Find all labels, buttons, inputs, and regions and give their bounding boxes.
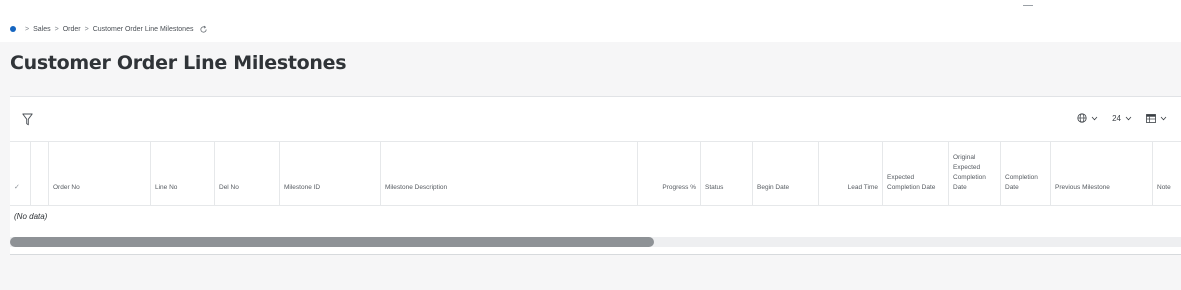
breadcrumb-item-sales[interactable]: Sales bbox=[33, 26, 51, 33]
breadcrumb-item-order[interactable]: Order bbox=[63, 26, 81, 33]
column-header-order-no[interactable]: Order No bbox=[48, 142, 150, 206]
column-header-expected-completion-date[interactable]: Expected Completion Date bbox=[882, 142, 948, 206]
column-header-lead-time[interactable]: Lead Time bbox=[818, 142, 882, 206]
breadcrumb-separator: > bbox=[84, 25, 89, 33]
table-icon bbox=[1146, 113, 1156, 123]
grid-toolbar-right: 24 bbox=[1067, 113, 1167, 123]
column-header-previous-milestone[interactable]: Previous Milestone bbox=[1050, 142, 1152, 206]
column-header-del-no[interactable]: Del No bbox=[214, 142, 279, 206]
empty-row: (No data) bbox=[10, 205, 1181, 230]
chevron-down-icon bbox=[1160, 116, 1167, 120]
row-select-all-checkbox[interactable]: ✓ bbox=[10, 142, 30, 206]
breadcrumb: > Sales > Order > Customer Order Line Mi… bbox=[10, 22, 208, 36]
refresh-icon[interactable] bbox=[199, 25, 208, 34]
column-header-progress[interactable]: Progress % bbox=[637, 142, 700, 206]
globe-icon bbox=[1077, 113, 1087, 123]
filter-icon[interactable] bbox=[22, 113, 33, 126]
breadcrumb-separator: > bbox=[25, 25, 30, 33]
breadcrumb-separator: > bbox=[54, 25, 59, 33]
column-header-note[interactable]: Note bbox=[1152, 142, 1181, 206]
window-control-line[interactable] bbox=[1023, 5, 1033, 6]
column-header-line-no[interactable]: Line No bbox=[150, 142, 214, 206]
column-header-status[interactable]: Status bbox=[700, 142, 752, 206]
page-title: Customer Order Line Milestones bbox=[10, 52, 347, 74]
column-header-original-expected-completion-date[interactable]: Original Expected Completion Date bbox=[948, 142, 1000, 206]
column-header-completion-date[interactable]: Completion Date bbox=[1000, 142, 1050, 206]
no-data-text: (No data) bbox=[14, 212, 48, 221]
scrollbar-thumb[interactable] bbox=[10, 237, 655, 247]
page-size-select[interactable]: 24 bbox=[1112, 114, 1132, 123]
table-view-button[interactable] bbox=[1146, 113, 1167, 123]
column-header-milestone-description[interactable]: Milestone Description bbox=[380, 142, 637, 206]
grid-header: ✓ Order No Line No Del No Milestone ID M… bbox=[10, 141, 1181, 206]
check-icon: ✓ bbox=[14, 184, 20, 191]
layout-menu-button[interactable] bbox=[1077, 113, 1098, 123]
column-header-begin-date[interactable]: Begin Date bbox=[752, 142, 818, 206]
home-icon[interactable] bbox=[10, 26, 16, 32]
grid-toolbar: 24 bbox=[10, 97, 1181, 141]
column-header-milestone-id[interactable]: Milestone ID bbox=[279, 142, 380, 206]
horizontal-scrollbar[interactable] bbox=[10, 237, 1181, 247]
chevron-down-icon bbox=[1125, 116, 1132, 120]
chevron-down-icon bbox=[1091, 116, 1098, 120]
breadcrumb-item-current: Customer Order Line Milestones bbox=[92, 25, 194, 33]
row-indicator-header bbox=[30, 142, 48, 206]
page-size-value: 24 bbox=[1112, 113, 1121, 123]
milestones-grid-card: 24 ✓ Order No Line No Del No Milestone I… bbox=[10, 96, 1181, 255]
